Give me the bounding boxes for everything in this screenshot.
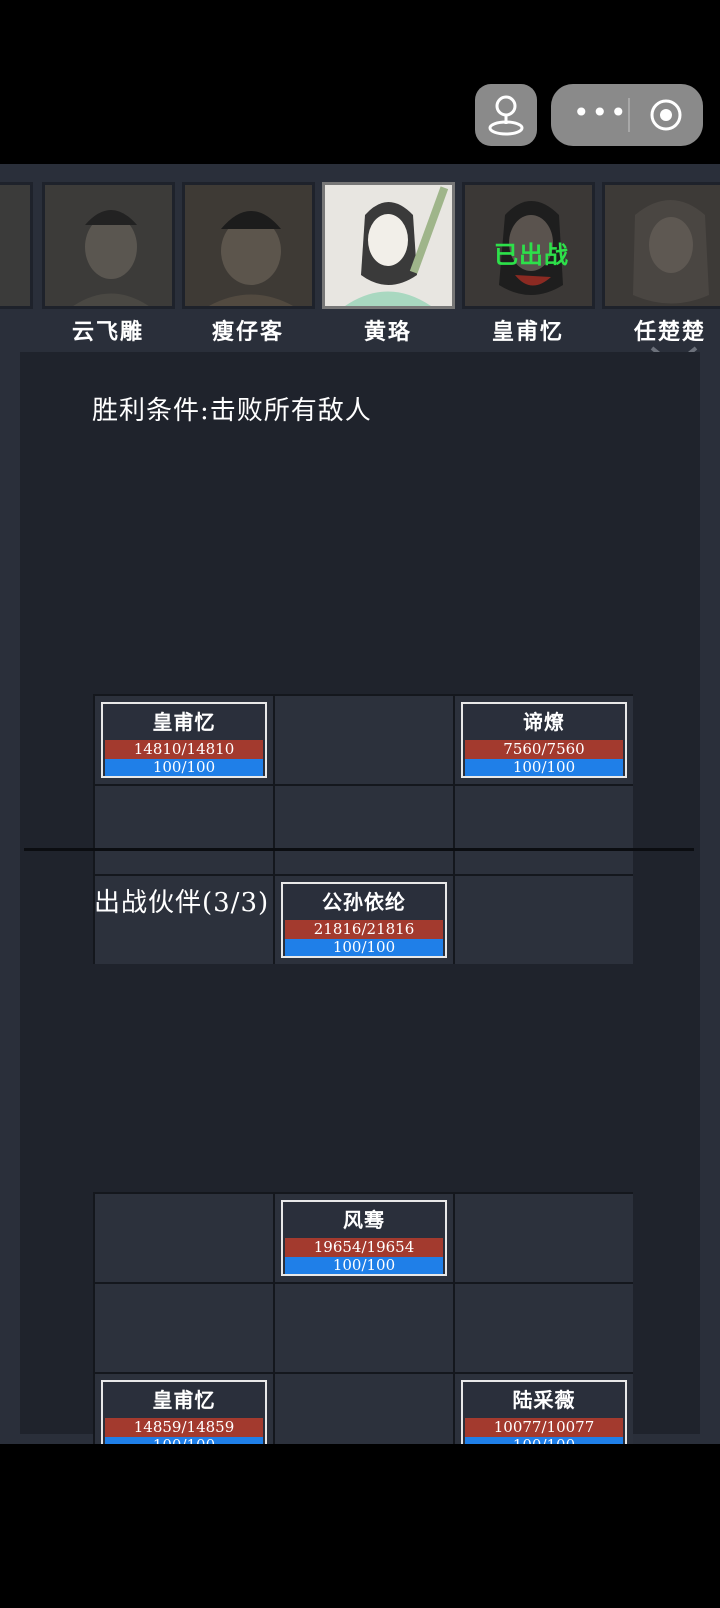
grid-cell[interactable]: [275, 1284, 453, 1372]
grid-cell[interactable]: [455, 786, 633, 874]
bottom-area: [0, 1444, 720, 1608]
formation-content: 胜利条件:击败所有敌人 皇甫忆 14810/14810 100/100 谛燎 7…: [20, 352, 705, 1588]
enemy-formation-grid: 皇甫忆 14810/14810 100/100 谛燎 7560/7560 100…: [93, 694, 633, 964]
victory-condition: 胜利条件:击败所有敌人: [92, 396, 372, 426]
mp-bar: 100/100: [465, 759, 623, 776]
grid-cell[interactable]: 风骞 19654/19654 100/100: [275, 1194, 453, 1282]
grid-cell[interactable]: [95, 1284, 273, 1372]
grid-cell[interactable]: 公孙依纶 21816/21816 100/100: [275, 876, 453, 964]
partners-title: 出战伙伴(3/3): [94, 888, 270, 918]
hero-face-icon: [185, 185, 312, 306]
hero-portrait-2[interactable]: [182, 182, 315, 309]
mp-bar: 100/100: [105, 759, 263, 776]
hero-name: 黄珞: [363, 319, 412, 345]
enemy-unit-card[interactable]: 谛燎 7560/7560 100/100: [461, 702, 627, 778]
hero-portrait-5[interactable]: [602, 182, 720, 309]
hero-face-icon: [45, 185, 172, 306]
unit-name: 陆采薇: [512, 1388, 576, 1412]
hero-name: 云飞雕: [71, 319, 144, 345]
chevron-down-icon[interactable]: [650, 344, 698, 352]
grid-cell[interactable]: [455, 1194, 633, 1282]
grid-cell[interactable]: 皇甫忆 14810/14810 100/100: [95, 696, 273, 784]
unit-name: 皇甫忆: [152, 1388, 216, 1412]
unit-name: 皇甫忆: [152, 710, 216, 734]
section-divider: [24, 848, 694, 851]
hero-name: 皇甫忆: [491, 319, 564, 345]
grid-cell[interactable]: [95, 1194, 273, 1282]
hero-portrait-3[interactable]: [322, 182, 455, 309]
hero-portrait-1[interactable]: [42, 182, 175, 309]
hp-bar: 7560/7560: [465, 740, 623, 759]
ally-unit-card[interactable]: 风骞 19654/19654 100/100: [281, 1200, 447, 1276]
target-circle-icon[interactable]: [649, 98, 683, 132]
enemy-unit-card[interactable]: 公孙依纶 21816/21816 100/100: [281, 882, 447, 958]
hero-name: 瘦仔客: [211, 319, 284, 345]
hp-bar: 21816/21816: [285, 920, 443, 939]
hero-face-icon: [605, 185, 720, 306]
unit-name: 公孙依纶: [322, 890, 406, 914]
hero-strip[interactable]: 云飞雕 瘦仔客 黄珞 已出战 皇甫忆 任楚楚: [0, 172, 720, 352]
hp-bar: 14859/14859: [105, 1418, 263, 1437]
grid-cell[interactable]: 谛燎 7560/7560 100/100: [455, 696, 633, 784]
hero-face-icon: [325, 185, 452, 306]
grid-cell[interactable]: [455, 876, 633, 964]
grid-cell[interactable]: [95, 786, 273, 874]
grid-cell[interactable]: [275, 786, 453, 874]
hero-portrait-0[interactable]: [0, 182, 33, 309]
deployed-badge: 已出战: [494, 240, 569, 269]
ally-formation-grid: 风骞 19654/19654 100/100 皇甫忆 14859/14859 1…: [93, 1192, 633, 1462]
mp-bar: 100/100: [285, 1257, 443, 1274]
enemy-unit-card[interactable]: 皇甫忆 14810/14810 100/100: [101, 702, 267, 778]
grid-cell[interactable]: [455, 1284, 633, 1372]
status-bar: •••: [0, 0, 720, 164]
hp-bar: 19654/19654: [285, 1238, 443, 1257]
profile-button[interactable]: [475, 84, 537, 146]
formation-panel: 云飞雕 瘦仔客 黄珞 已出战 皇甫忆 任楚楚 胜利条件:击败所有敌人 皇甫忆 1…: [0, 164, 720, 1588]
capsule-separator: [628, 98, 630, 132]
person-pin-icon: [488, 95, 524, 136]
unit-name: 谛燎: [523, 710, 565, 734]
unit-name: 风骞: [343, 1208, 385, 1232]
grid-cell[interactable]: [275, 696, 453, 784]
hp-bar: 10077/10077: [465, 1418, 623, 1437]
mp-bar: 100/100: [285, 939, 443, 956]
hero-name: 任楚楚: [633, 319, 706, 345]
mini-program-capsule: •••: [551, 84, 703, 146]
more-dots-icon[interactable]: •••: [573, 98, 627, 128]
hero-portrait-4[interactable]: 已出战: [462, 182, 595, 309]
hp-bar: 14810/14810: [105, 740, 263, 759]
